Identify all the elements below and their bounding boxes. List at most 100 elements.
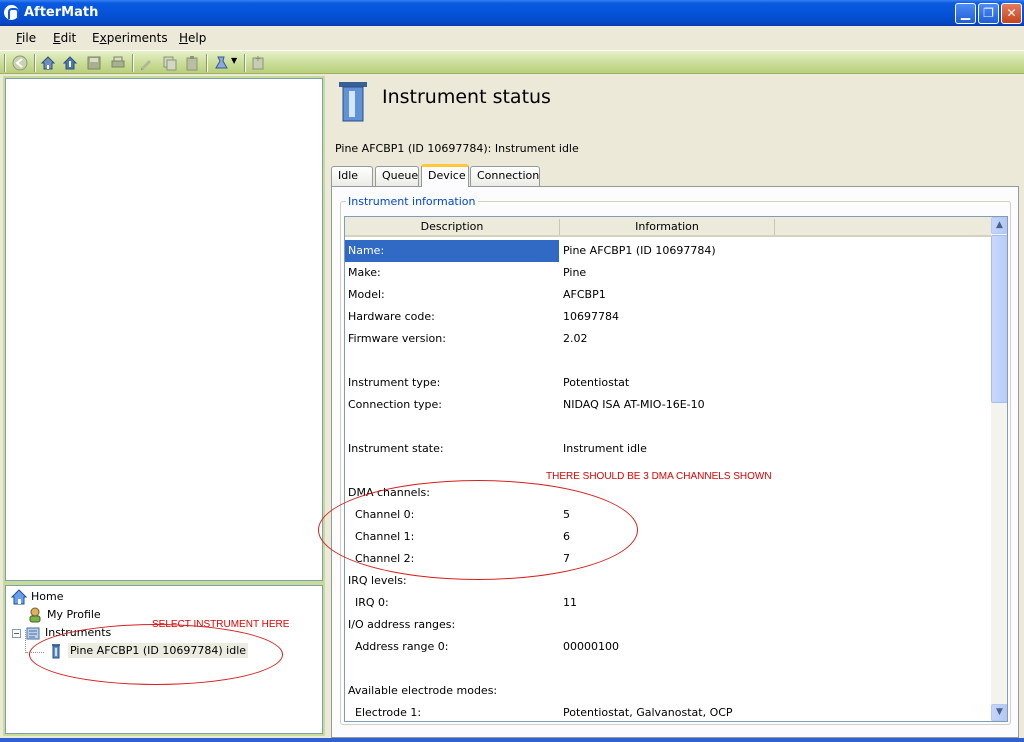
table-row[interactable]: IRQ levels:: [345, 570, 991, 592]
cell-description: IRQ 0:: [348, 596, 389, 609]
table-row[interactable]: Instrument type: Potentiostat: [345, 372, 991, 394]
table-row[interactable]: Make: Pine: [345, 262, 991, 284]
save-icon[interactable]: [86, 55, 102, 71]
toolbar-grip: [4, 54, 6, 72]
tree-item-home[interactable]: Home: [11, 589, 63, 605]
home-icon[interactable]: [40, 55, 56, 71]
table-row[interactable]: Firmware version: 2.02: [345, 328, 991, 350]
collapse-toggle-icon[interactable]: −: [12, 628, 21, 638]
table-row[interactable]: I/O address ranges:: [345, 614, 991, 636]
chevron-down-icon: ▼: [996, 707, 1003, 717]
page-title: Instrument status: [382, 86, 551, 108]
menu-file[interactable]: File: [16, 31, 36, 45]
column-header-description[interactable]: Description: [345, 220, 559, 233]
cell-information: 11: [563, 596, 577, 609]
toolbar: ▼: [0, 50, 1024, 74]
close-icon: ✕: [1006, 6, 1017, 20]
cell-description: [348, 416, 558, 438]
instrument-info-table: Description Information Name: Pine AFCBP1…: [344, 216, 1008, 722]
cell-description: Electrode 1:: [348, 706, 422, 719]
home-up-icon[interactable]: [62, 55, 78, 71]
table-row[interactable]: Instrument state: Instrument idle: [345, 438, 991, 460]
column-divider[interactable]: [774, 219, 775, 235]
experiment-dropdown-icon[interactable]: [214, 55, 230, 71]
copy-icon[interactable]: [162, 55, 178, 71]
tab-queue[interactable]: Queue: [375, 166, 419, 186]
table-row[interactable]: Model: AFCBP1: [345, 284, 991, 306]
window-title: AfterMath: [24, 5, 99, 20]
tree-item-instruments[interactable]: − Instruments: [12, 625, 111, 641]
table-row[interactable]: Hardware code: 10697784: [345, 306, 991, 328]
tree-connector: [26, 652, 44, 653]
table-row[interactable]: Channel 1: 6: [345, 526, 991, 548]
device-tab-panel: Instrument information Description Infor…: [331, 186, 1019, 738]
table-row[interactable]: IRQ 0: 11: [345, 592, 991, 614]
vertical-scrollbar[interactable]: ▲ ▼: [991, 217, 1007, 721]
table-row[interactable]: Available electrode modes:: [345, 680, 991, 702]
table-row[interactable]: Channel 2: 7: [345, 548, 991, 570]
cell-description: [348, 350, 558, 372]
table-row[interactable]: Connection type: NIDAQ ISA AT-MIO-16E-10: [345, 394, 991, 416]
table-row[interactable]: [345, 658, 991, 680]
toolbar-separator: [206, 54, 208, 72]
cell-description: Model:: [348, 288, 385, 301]
tab-idle[interactable]: Idle: [331, 166, 373, 186]
scroll-down-button[interactable]: ▼: [991, 704, 1007, 721]
instrument-status-icon: [339, 82, 367, 122]
tree-item-instrument[interactable]: Pine AFCBP1 (ID 10697784) idle: [48, 643, 249, 659]
menu-experiments[interactable]: Experiments: [92, 31, 168, 45]
scroll-up-button[interactable]: ▲: [991, 217, 1007, 234]
table-row[interactable]: [345, 350, 991, 372]
back-icon[interactable]: [12, 55, 28, 71]
instruments-icon: [26, 627, 40, 640]
chevron-down-icon[interactable]: ▼: [231, 56, 237, 65]
left-top-pane: [5, 78, 323, 581]
cell-information: 6: [563, 530, 570, 543]
table-row[interactable]: Name: Pine AFCBP1 (ID 10697784): [345, 240, 991, 262]
cell-description: Connection type:: [348, 398, 443, 411]
cell-information: 00000100: [563, 640, 619, 653]
tab-connection[interactable]: Connection: [470, 166, 540, 186]
cell-description: [348, 658, 558, 680]
toolbar-separator: [244, 54, 246, 72]
cell-description: Available electrode modes:: [348, 684, 498, 697]
table-row[interactable]: DMA channels:: [345, 482, 991, 504]
new-instrument-icon[interactable]: [250, 55, 266, 71]
column-header-information[interactable]: Information: [560, 220, 774, 233]
cell-information: Instrument idle: [563, 442, 647, 455]
annotation-dma-channels: THERE SHOULD BE 3 DMA CHANNELS SHOWN: [546, 471, 772, 482]
tree-connector: [25, 630, 26, 653]
table-row[interactable]: Address range 0: 00000100: [345, 636, 991, 658]
cell-description: Channel 2:: [348, 552, 415, 565]
cell-description: IRQ levels:: [348, 574, 407, 587]
navigation-tree: Home My Profile − Instruments Pine AFCBP1…: [5, 585, 323, 734]
annotation-select-instrument: SELECT INSTRUMENT HERE: [152, 619, 290, 630]
scrollbar-thumb[interactable]: [991, 235, 1007, 403]
table-row[interactable]: [345, 416, 991, 438]
minimize-icon: ▁: [960, 6, 971, 20]
table-row[interactable]: Channel 0: 5: [345, 504, 991, 526]
group-title: Instrument information: [346, 195, 478, 208]
table-row[interactable]: Electrode 1: Potentiostat, Galvanostat, O…: [345, 702, 991, 721]
cell-description: Firmware version:: [348, 332, 446, 345]
taskbar-edge: [0, 738, 1024, 742]
restore-button[interactable]: ❐: [978, 3, 999, 24]
cell-description: Name:: [345, 240, 559, 262]
close-button[interactable]: ✕: [1001, 3, 1022, 24]
print-icon[interactable]: [110, 55, 126, 71]
cell-information: Potentiostat: [563, 376, 630, 389]
cell-information: NIDAQ ISA AT-MIO-16E-10: [563, 398, 705, 411]
minimize-button[interactable]: ▁: [955, 3, 976, 24]
cell-description: DMA channels:: [348, 486, 430, 499]
tree-item-my-profile[interactable]: My Profile: [27, 607, 101, 623]
profile-icon: [29, 607, 41, 623]
tab-device[interactable]: Device: [421, 164, 469, 187]
menu-help[interactable]: Help: [179, 31, 206, 45]
instrument-status-line: Pine AFCBP1 (ID 10697784): Instrument id…: [335, 142, 579, 155]
menu-edit[interactable]: Edit: [53, 31, 76, 45]
instrument-beaker-icon: [52, 644, 60, 659]
paste-icon[interactable]: [184, 55, 200, 71]
cell-description: Channel 0:: [348, 508, 415, 521]
cell-information: Potentiostat, Galvanostat, OCP: [563, 706, 733, 719]
edit-icon[interactable]: [138, 55, 154, 71]
